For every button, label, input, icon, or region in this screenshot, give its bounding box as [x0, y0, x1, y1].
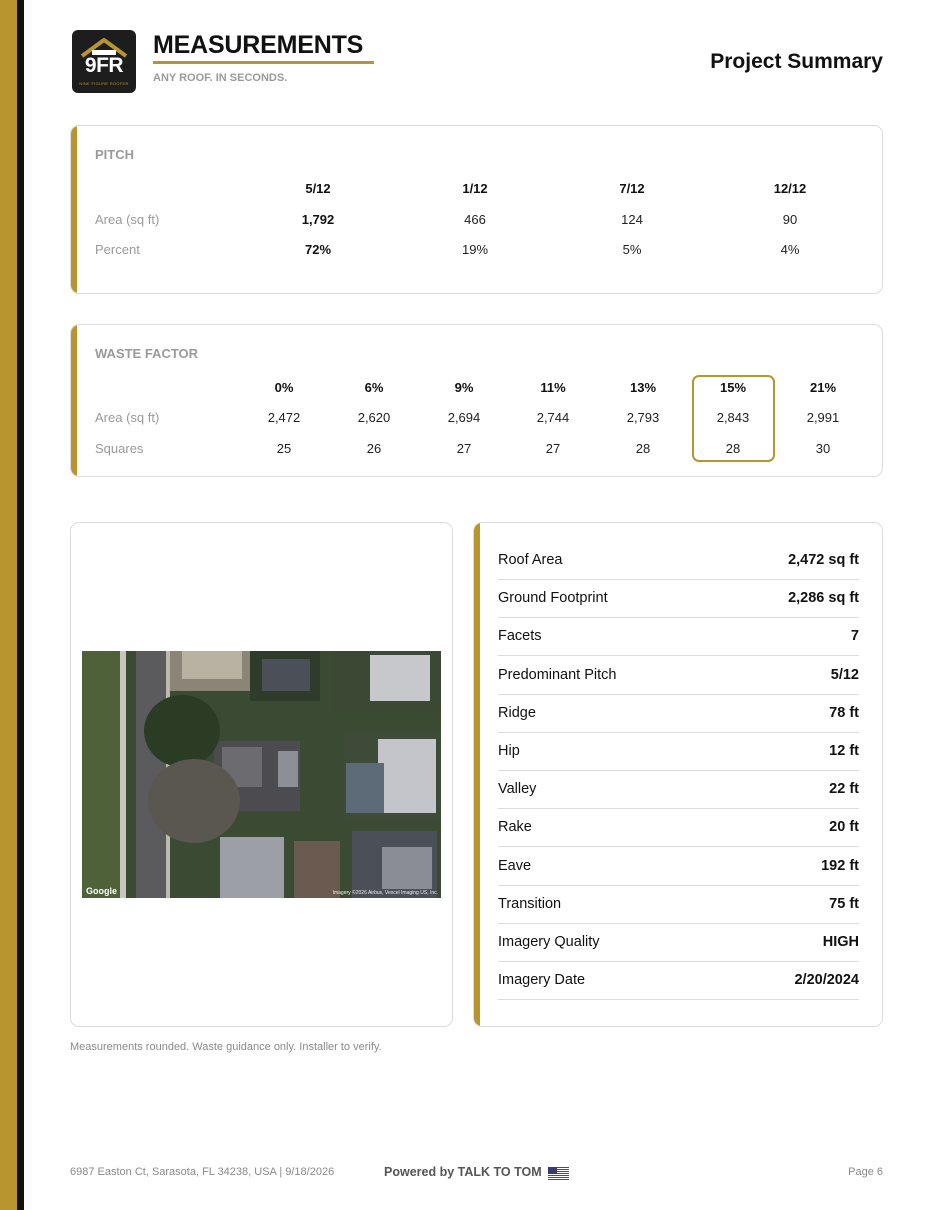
- pitch-area-cell: 90: [782, 212, 798, 227]
- stat-row: Hip 12 ft: [498, 733, 859, 771]
- page-title: Project Summary: [710, 50, 883, 73]
- stat-value: 2,472 sq ft: [788, 552, 859, 568]
- stat-label: Imagery Quality: [498, 934, 600, 950]
- stat-row: Imagery Quality HIGH: [498, 924, 859, 962]
- brand-underline: [153, 61, 374, 64]
- left-gold-stripe: [0, 0, 17, 1210]
- pitch-card: PITCH Area (sq ft) Percent 5/12 1,792 72% 1…: [70, 125, 883, 294]
- stat-value: 5/12: [830, 667, 859, 683]
- pitch-area-row-label: Area (sq ft): [95, 212, 160, 227]
- waste-area-row-label: Area (sq ft): [95, 410, 160, 425]
- stat-row: Eave 192 ft: [498, 848, 859, 886]
- stat-label: Imagery Date: [498, 972, 586, 988]
- stat-label: Roof Area: [498, 552, 563, 568]
- footer-address-date: 6987 Easton Ct, Sarasota, FL 34238, USA …: [70, 1166, 335, 1178]
- stat-row: Transition 75 ft: [498, 886, 859, 924]
- stat-row: Predominant Pitch 5/12: [498, 657, 859, 695]
- stat-value: 2/20/2024: [794, 972, 859, 988]
- stat-value: 78 ft: [829, 705, 859, 721]
- stat-value: 192 ft: [821, 858, 859, 874]
- stat-value: 75 ft: [829, 896, 859, 912]
- pitch-header-cell: 12/12: [773, 181, 807, 196]
- company-logo: 9FR NINE FIGURE ROOFER: [72, 30, 136, 93]
- stat-row: Rake 20 ft: [498, 809, 859, 847]
- pitch-header-cell: 1/12: [462, 181, 488, 196]
- logo-text: 9FR: [84, 54, 124, 77]
- stat-row: Valley 22 ft: [498, 771, 859, 809]
- pitch-area-cell: 466: [464, 212, 486, 227]
- pitch-percent-cell: 5%: [622, 242, 642, 257]
- stat-label: Hip: [498, 743, 520, 759]
- stat-label: Ground Footprint: [498, 590, 608, 606]
- stat-label: Predominant Pitch: [498, 667, 617, 683]
- pitch-percent-cell: 19%: [461, 242, 489, 257]
- waste-squares-row-label: Squares: [95, 441, 144, 456]
- stat-row: Facets 7: [498, 618, 859, 656]
- left-dark-stripe: [17, 0, 24, 1210]
- stat-value: 20 ft: [829, 819, 859, 835]
- imagery-credit: Imagery ©2026 Airbus, Vexcel Imaging US,…: [332, 890, 438, 896]
- google-watermark: Google: [86, 886, 117, 896]
- stats-card-accent: [474, 523, 480, 1026]
- page-number: Page 6: [848, 1166, 883, 1178]
- pitch-label: PITCH: [95, 147, 134, 162]
- aerial-satellite-image: Google Imagery ©2026 Airbus, Vexcel Imag…: [82, 651, 441, 898]
- stat-value: 2,286 sq ft: [788, 590, 859, 606]
- stat-label: Transition: [498, 896, 562, 912]
- disclaimer-note: Measurements rounded. Waste guidance onl…: [70, 1041, 382, 1053]
- waste-header-cell: 21%: [809, 380, 837, 395]
- waste-factor-label: WASTE FACTOR: [95, 346, 199, 361]
- stat-row: Ridge 78 ft: [498, 695, 859, 733]
- footer-powered-by: Powered by TALK TO TOM: [384, 1165, 542, 1179]
- stat-label: Valley: [498, 781, 537, 797]
- pitch-area-cell: 124: [621, 212, 643, 227]
- waste-factor-card: WASTE FACTOR Area (sq ft) Squares 0% 2,47…: [70, 324, 883, 477]
- pitch-card-accent: [71, 126, 77, 293]
- waste-squares-cell: 30: [815, 441, 831, 456]
- stat-row: Ground Footprint 2,286 sq ft: [498, 580, 859, 618]
- us-flag-icon: [548, 1167, 569, 1180]
- stat-value: HIGH: [822, 934, 859, 950]
- stat-label: Eave: [498, 858, 532, 874]
- brand-tagline: ANY ROOF. IN SECONDS.: [153, 72, 288, 84]
- waste-card-accent: [71, 325, 77, 476]
- stat-value: 22 ft: [829, 781, 859, 797]
- stat-row: Imagery Date 2/20/2024: [498, 962, 859, 1000]
- brand-title: MEASUREMENTS: [153, 31, 364, 59]
- stat-row: Roof Area 2,472 sq ft: [498, 542, 859, 580]
- waste-area-cell: 2,991: [806, 410, 840, 425]
- pitch-percent-cell: 72%: [304, 242, 332, 257]
- stat-label: Ridge: [498, 705, 536, 721]
- stat-label: Rake: [498, 819, 532, 835]
- pitch-percent-row-label: Percent: [95, 242, 140, 257]
- measurement-stats-card: Roof Area 2,472 sq ft Ground Footprint 2,28…: [473, 522, 883, 1027]
- stat-value: 12 ft: [829, 743, 859, 759]
- stat-value: 7: [850, 628, 859, 644]
- pitch-area-cell: 1,792: [301, 212, 335, 227]
- aerial-image-card: Google Imagery ©2026 Airbus, Vexcel Imag…: [70, 522, 453, 1027]
- pitch-header-cell: 5/12: [305, 181, 331, 196]
- pitch-header-cell: 7/12: [619, 181, 645, 196]
- stat-label: Facets: [498, 628, 542, 644]
- logo-subtext: NINE FIGURE ROOFER: [79, 81, 129, 86]
- pitch-percent-cell: 4%: [780, 242, 800, 257]
